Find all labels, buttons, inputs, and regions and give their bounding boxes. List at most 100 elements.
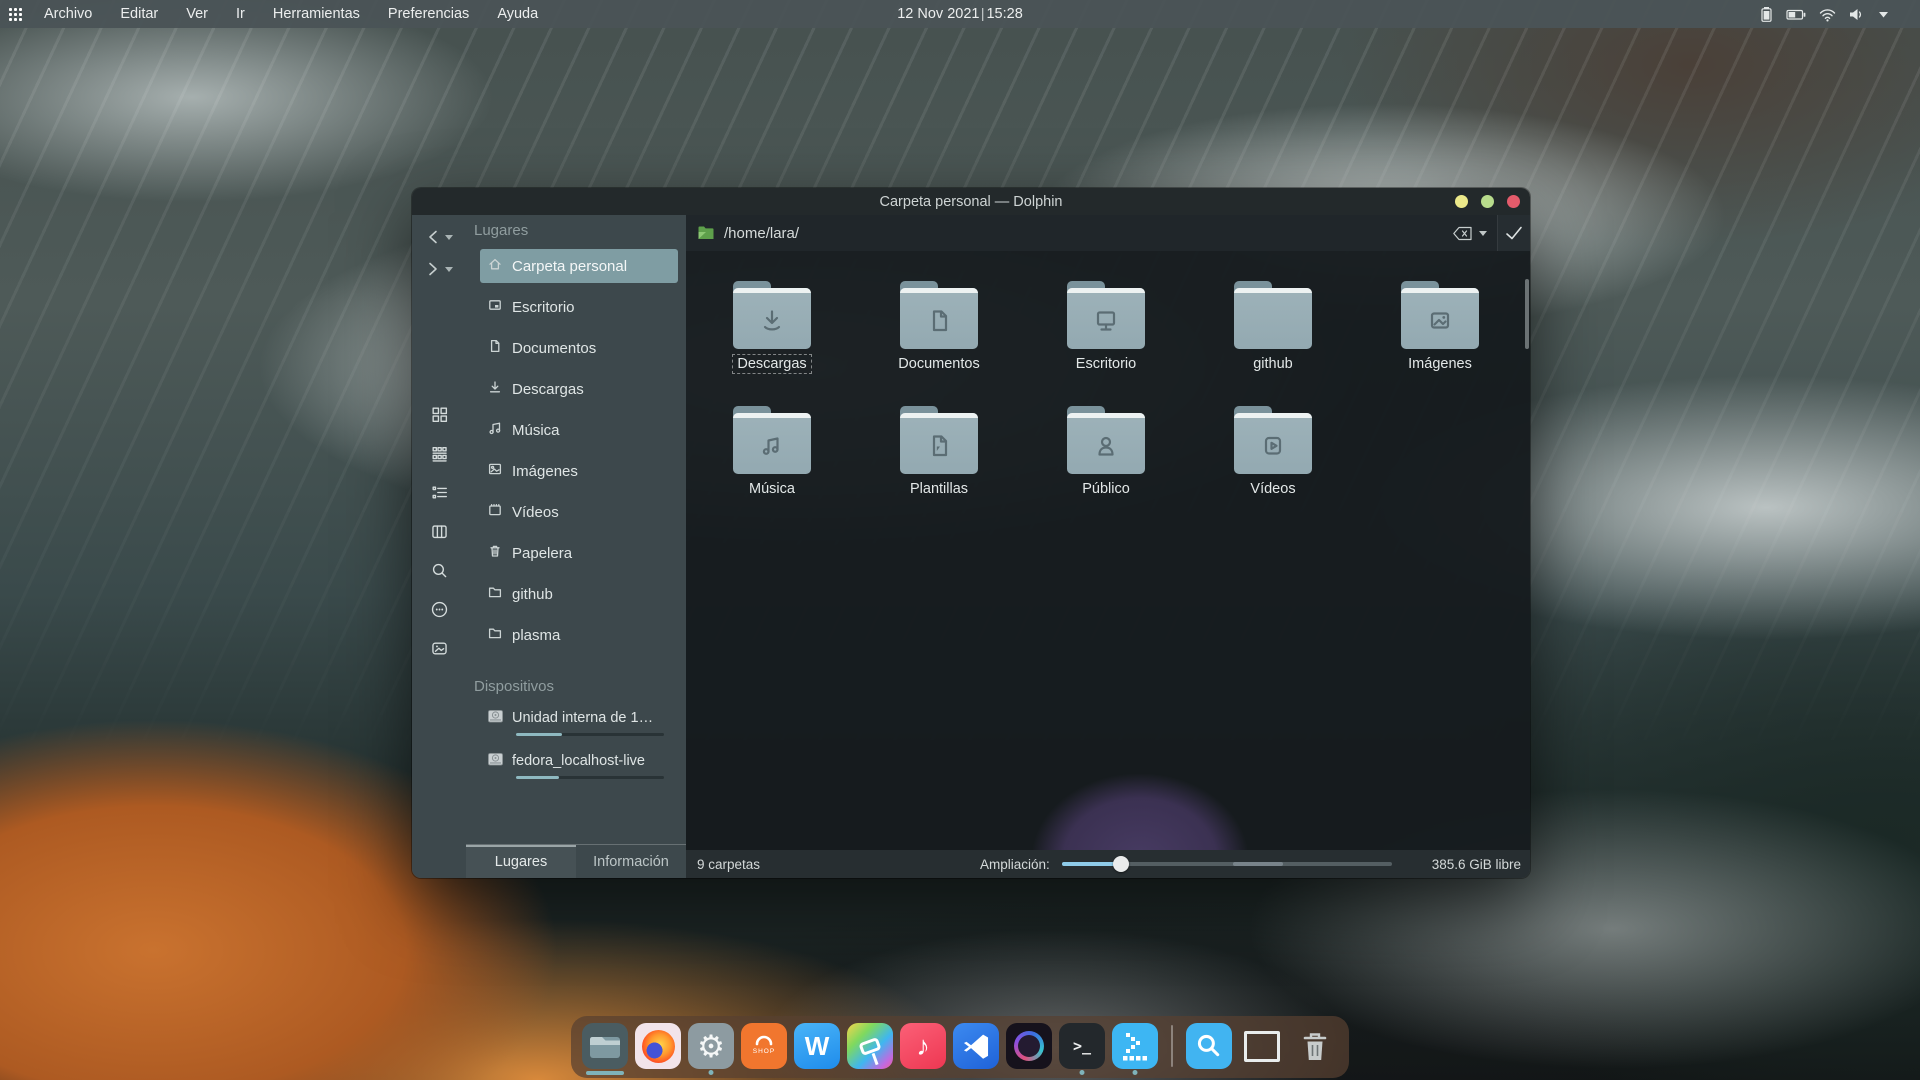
forward-button[interactable]: [425, 256, 453, 282]
menu-herramientas[interactable]: Herramientas: [259, 0, 374, 28]
video-emblem-icon: [1234, 417, 1312, 474]
chevron-down-icon: [1479, 231, 1487, 236]
panel-tab-lugares[interactable]: Lugares: [466, 845, 576, 878]
places-list: Carpeta personal Escritorio Documentos Desc…: [466, 249, 686, 652]
folder-item-descargas[interactable]: Descargas: [692, 281, 852, 399]
location-path[interactable]: /home/lara/: [724, 225, 1452, 242]
image-icon: [487, 461, 503, 481]
running-indicator: [709, 1070, 714, 1075]
window-title: Carpeta personal — Dolphin: [880, 194, 1063, 210]
folder-view[interactable]: DescargasDocumentosEscritoriogithub Imáge…: [686, 251, 1530, 850]
menu-ayuda[interactable]: Ayuda: [483, 0, 552, 28]
place-label: Papelera: [512, 545, 572, 562]
dock-app-file-manager[interactable]: [582, 1023, 628, 1069]
slider-tick: [1233, 862, 1283, 866]
folder-item-imágenes[interactable]: Imágenes: [1360, 281, 1520, 399]
battery-icon[interactable]: [1756, 6, 1775, 23]
folder-item-escritorio[interactable]: Escritorio: [1026, 281, 1186, 399]
close-button[interactable]: [1507, 195, 1520, 208]
sidebar-item-vídeos[interactable]: Vídeos: [480, 495, 678, 529]
sidebar-item-imágenes[interactable]: Imágenes: [480, 454, 678, 488]
clear-text-button[interactable]: [1452, 215, 1473, 251]
device-item[interactable]: fedora_localhost-live: [480, 748, 678, 779]
dock: ⚙SHOPW ♪ >_: [571, 1016, 1349, 1078]
scrollbar-thumb[interactable]: [1525, 279, 1529, 349]
music-emblem-icon: [733, 417, 811, 474]
menu-editar[interactable]: Editar: [106, 0, 172, 28]
devices-list: Unidad interna de 1… fedora_localhost-liv…: [466, 705, 686, 779]
dock-app-pixel-arrow[interactable]: [1112, 1023, 1158, 1069]
panel-tabs: LugaresInformación: [466, 844, 686, 878]
dock-app-media-disc[interactable]: [1006, 1023, 1052, 1069]
accept-location-button[interactable]: [1497, 215, 1530, 251]
menu-archivo[interactable]: Archivo: [30, 0, 106, 28]
view-columns-button[interactable]: [428, 523, 450, 545]
dock-app-trash[interactable]: [1292, 1023, 1338, 1069]
dock-app-firefox[interactable]: [635, 1023, 681, 1069]
sidebar-item-github[interactable]: github: [480, 577, 678, 611]
folder-green-icon: [697, 225, 715, 241]
show-desktop-icon: [1244, 1031, 1280, 1062]
more-options-button[interactable]: [428, 601, 450, 623]
dock-app-show-desktop[interactable]: [1239, 1023, 1285, 1069]
menu-ir[interactable]: Ir: [222, 0, 259, 28]
menu-ver[interactable]: Ver: [172, 0, 222, 28]
location-dropdown-button[interactable]: [1473, 215, 1497, 251]
folder-item-documentos[interactable]: Documentos: [859, 281, 1019, 399]
places-scroll: Lugares Carpeta personalEscritorioDocume…: [466, 215, 686, 844]
sidebar-item-plasma[interactable]: plasma: [480, 618, 678, 652]
volume-icon[interactable]: [1848, 6, 1866, 23]
menu-preferencias[interactable]: Preferencias: [374, 0, 483, 28]
folder-label: Imágenes: [1403, 354, 1477, 374]
dock-app-theme-painter[interactable]: [847, 1023, 893, 1069]
dock-app-search[interactable]: [1186, 1023, 1232, 1069]
folder-item-github[interactable]: github: [1193, 281, 1353, 399]
sidebar-item-escritorio[interactable]: Escritorio: [480, 290, 678, 324]
folder-item-público[interactable]: Público: [1026, 406, 1186, 524]
view-compact-button[interactable]: [428, 445, 450, 467]
chevron-down-icon[interactable]: [1877, 6, 1890, 23]
clock[interactable]: 12 Nov 2021 15:28: [897, 6, 1023, 22]
zoom-slider[interactable]: [1062, 855, 1392, 873]
dock-app-terminal[interactable]: >_: [1059, 1023, 1105, 1069]
view-icons-button[interactable]: [428, 406, 450, 428]
sidebar-item-música[interactable]: Música: [480, 413, 678, 447]
document-icon: [487, 338, 503, 358]
view-details-button[interactable]: [428, 484, 450, 506]
folder-item-plantillas[interactable]: Plantillas: [859, 406, 1019, 524]
dock-app-vscode[interactable]: [953, 1023, 999, 1069]
navigation-strip: [412, 215, 466, 878]
panel-tab-información[interactable]: Información: [576, 845, 686, 878]
window-titlebar[interactable]: Carpeta personal — Dolphin: [412, 188, 1530, 215]
dolphin-window: Carpeta personal — Dolphin Lugares Carpe…: [412, 188, 1530, 878]
file-manager-icon: [590, 1034, 620, 1059]
dock-app-music-player[interactable]: ♪: [900, 1023, 946, 1069]
checkmark-icon: [1504, 225, 1524, 241]
sidebar-item-papelera[interactable]: Papelera: [480, 536, 678, 570]
folder-item-vídeos[interactable]: Vídeos: [1193, 406, 1353, 524]
back-button[interactable]: [425, 224, 453, 250]
dock-app-system-settings[interactable]: ⚙: [688, 1023, 734, 1069]
sidebar-item-descargas[interactable]: Descargas: [480, 372, 678, 406]
video-icon: [487, 502, 503, 522]
preview-button[interactable]: [428, 640, 450, 662]
folder-icon: [1067, 406, 1145, 474]
slider-handle[interactable]: [1113, 856, 1129, 872]
app-grid-icon[interactable]: [0, 0, 30, 28]
dock-app-wps-office[interactable]: W: [794, 1023, 840, 1069]
minimize-button[interactable]: [1455, 195, 1468, 208]
dock-app-app-store[interactable]: SHOP: [741, 1023, 787, 1069]
wifi-icon[interactable]: [1818, 6, 1837, 23]
location-bar[interactable]: /home/lara/: [686, 215, 1530, 251]
sidebar-item-documentos[interactable]: Documentos: [480, 331, 678, 365]
status-bar: 9 carpetas Ampliación: 385.6 GiB libre: [686, 850, 1530, 878]
sidebar-item-carpeta-personal[interactable]: Carpeta personal: [480, 249, 678, 283]
grid-dots: [9, 8, 12, 11]
device-item[interactable]: Unidad interna de 1…: [480, 705, 678, 736]
keyboard-battery-icon[interactable]: [1786, 6, 1807, 23]
maximize-button[interactable]: [1481, 195, 1494, 208]
place-label: Imágenes: [512, 463, 578, 480]
search-button[interactable]: [428, 562, 450, 584]
folder-item-música[interactable]: Música: [692, 406, 852, 524]
preview-icon: [430, 639, 449, 663]
